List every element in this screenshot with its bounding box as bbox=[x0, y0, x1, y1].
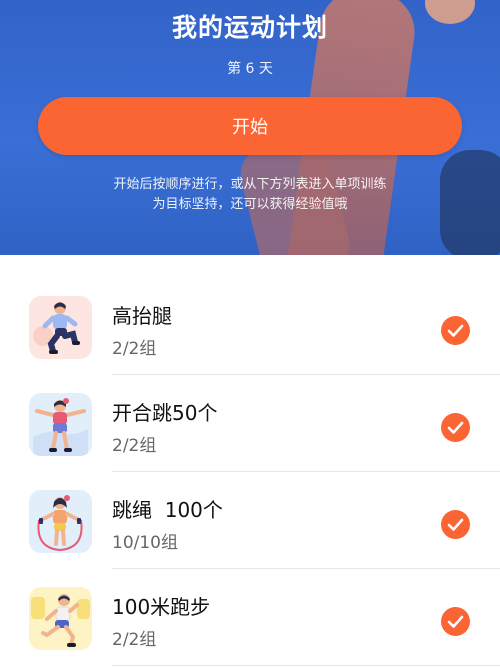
page-title: 我的运动计划 bbox=[171, 13, 328, 42]
hint-text: 开始后按顺序进行，或从下方列表进入单项训练 为目标坚持，还可以获得经验值哦 bbox=[0, 175, 500, 215]
sprint-icon bbox=[29, 587, 92, 650]
exercise-name: 100米跑步 bbox=[112, 595, 211, 619]
hint-line-2: 为目标坚持，还可以获得经验值哦 bbox=[152, 197, 348, 212]
exercise-name: 跳绳 100个 bbox=[112, 498, 223, 522]
exercise-item[interactable]: 高抬腿 2/2组 bbox=[0, 278, 500, 375]
exercise-name: 开合跳50个 bbox=[112, 401, 218, 425]
exercise-item[interactable]: 跳绳 100个 10/10组 bbox=[0, 472, 500, 569]
start-button[interactable]: 开始 bbox=[38, 97, 462, 155]
completed-check-icon bbox=[441, 413, 470, 442]
jump-rope-icon bbox=[29, 490, 92, 553]
completed-check-icon bbox=[441, 607, 470, 636]
exercise-item[interactable]: 100米跑步 2/2组 bbox=[0, 569, 500, 666]
row-divider bbox=[112, 665, 500, 666]
high-knees-icon bbox=[29, 296, 92, 359]
jumping-jacks-icon bbox=[29, 393, 92, 456]
completed-check-icon bbox=[441, 316, 470, 345]
hint-line-1: 开始后按顺序进行，或从下方列表进入单项训练 bbox=[113, 177, 387, 192]
completed-check-icon bbox=[441, 510, 470, 539]
exercise-sets: 2/2组 bbox=[112, 339, 157, 359]
exercise-sets: 2/2组 bbox=[112, 630, 157, 650]
exercise-list: 高抬腿 2/2组 开合跳50个 2/2组 跳绳 100个 10/10组 100米… bbox=[0, 278, 500, 666]
exercise-name: 高抬腿 bbox=[112, 304, 172, 328]
exercise-sets: 10/10组 bbox=[112, 533, 178, 553]
header-banner: 我的运动计划 第 6 天 开始 开始后按顺序进行，或从下方列表进入单项训练 为目… bbox=[0, 0, 500, 255]
day-counter: 第 6 天 bbox=[227, 61, 273, 77]
exercise-item[interactable]: 开合跳50个 2/2组 bbox=[0, 375, 500, 472]
exercise-sets: 2/2组 bbox=[112, 436, 157, 456]
